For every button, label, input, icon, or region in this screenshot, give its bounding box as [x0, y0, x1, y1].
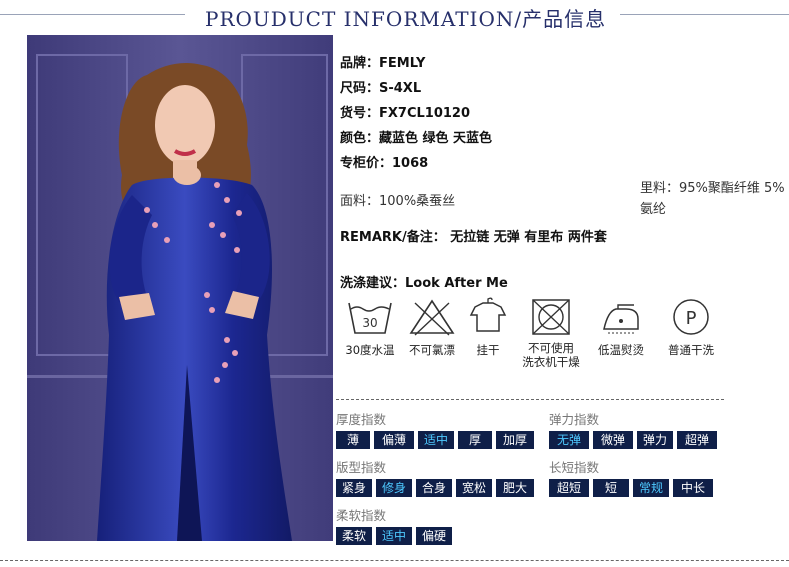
- fit-option: 紧身: [336, 479, 372, 497]
- softness-title: 柔软指数: [336, 508, 387, 523]
- fabric-line: 面料：100%桑蚕丝: [340, 194, 456, 209]
- price-line: 专柜价：1068: [340, 156, 429, 171]
- brand-line: 品牌：FEMLY: [340, 56, 426, 71]
- sku-line: 货号：FX7CL10120: [340, 106, 471, 121]
- dry-clean-letter: P: [686, 308, 697, 329]
- header-divider-left: [0, 14, 185, 15]
- thickness-option: 厚: [458, 431, 492, 449]
- no-bleach-icon: [409, 299, 455, 336]
- section-header: PROUDUCT INFORMATION/产品信息: [0, 0, 789, 31]
- length-option: 中长: [673, 479, 713, 497]
- thickness-option: 偏薄: [374, 431, 414, 449]
- fit-title: 版型指数: [336, 460, 387, 475]
- length-title: 长短指数: [549, 460, 600, 475]
- fit-option-selected: 修身: [376, 479, 412, 497]
- lining-line: 里料：95%聚酯纤维 5%氨纶: [640, 181, 785, 217]
- care-label: 低温熨烫: [598, 343, 644, 357]
- length-option: 短: [593, 479, 629, 497]
- elasticity-option-selected: 无弹: [549, 431, 589, 449]
- low-iron-icon: [603, 304, 639, 334]
- fit-option: 宽松: [456, 479, 492, 497]
- elasticity-option: 超弹: [677, 431, 717, 449]
- colors-line: 颜色：藏蓝色 绿色 天蓝色: [340, 131, 493, 146]
- header-divider-right: [620, 14, 789, 15]
- care-label: 挂干: [476, 343, 500, 357]
- section-divider: [336, 399, 724, 400]
- size-line: 尺码：S-4XL: [340, 81, 422, 96]
- remark-line: REMARK/备注： 无拉链 无弹 有里布 两件套: [340, 230, 607, 245]
- softness-option: 偏硬: [416, 527, 452, 545]
- product-photo: [27, 35, 333, 541]
- care-label: 普通干洗: [668, 343, 714, 357]
- care-item: P 普通干洗: [656, 297, 726, 358]
- wash-temp-number: 30: [362, 316, 377, 330]
- fit-option: 肥大: [496, 479, 534, 497]
- header-title: PROUDUCT INFORMATION/产品信息: [205, 7, 607, 31]
- elasticity-option: 弹力: [637, 431, 673, 449]
- no-tumble-dry-icon: [532, 299, 570, 335]
- dry-clean-icon: P: [673, 299, 709, 335]
- length-option: 超短: [549, 479, 589, 497]
- care-item: 低温熨烫: [586, 297, 656, 358]
- hang-dry-icon: [469, 297, 507, 332]
- thickness-option-selected: 适中: [418, 431, 454, 449]
- softness-option-selected: 适中: [376, 527, 412, 545]
- care-label: 不可使用 洗衣机干燥: [522, 341, 580, 369]
- thickness-title: 厚度指数: [336, 412, 387, 427]
- thickness-option: 薄: [336, 431, 370, 449]
- softness-option: 柔软: [336, 527, 372, 545]
- thickness-option: 加厚: [496, 431, 534, 449]
- wash-suggestion: 洗涤建议：Look After Me: [340, 276, 508, 291]
- fit-option: 合身: [416, 479, 452, 497]
- care-item: 不可使用 洗衣机干燥: [516, 297, 586, 369]
- elasticity-title: 弹力指数: [549, 412, 600, 427]
- elasticity-option: 微弹: [593, 431, 633, 449]
- length-option-selected: 常规: [633, 479, 669, 497]
- care-label: 30度水温: [345, 343, 395, 357]
- care-item: 30 30度水温: [335, 297, 405, 358]
- care-item: 挂干: [453, 297, 523, 358]
- wash-30-icon: 30: [348, 302, 392, 334]
- bottom-divider: [0, 560, 789, 561]
